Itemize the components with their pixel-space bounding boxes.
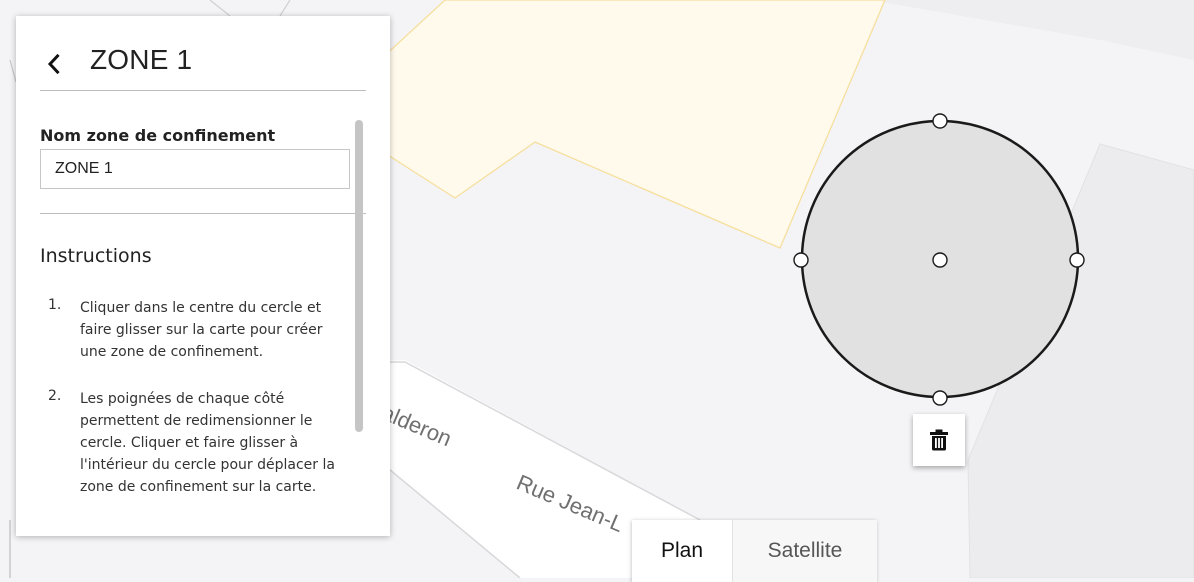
back-button[interactable] xyxy=(42,52,66,76)
map-type-toggle: Plan Satellite xyxy=(632,520,877,582)
panel-header: ZONE 1 xyxy=(16,16,390,106)
step-number: 1. xyxy=(48,297,62,313)
scrollbar-thumb[interactable] xyxy=(355,120,363,432)
trash-icon xyxy=(930,429,948,451)
resize-handle-top[interactable] xyxy=(932,113,948,129)
road-edge xyxy=(279,0,291,17)
road-edge xyxy=(209,0,231,17)
move-handle-center[interactable] xyxy=(932,252,948,268)
zone-editor-panel: ZONE 1 Nom zone de confinement Instructi… xyxy=(16,16,390,536)
instructions-list: 1. Cliquer dans le centre du cercle et f… xyxy=(40,297,340,523)
delete-zone-button[interactable] xyxy=(913,414,965,466)
step-number: 2. xyxy=(48,388,62,404)
header-divider xyxy=(40,90,366,91)
zone-name-input[interactable] xyxy=(40,149,350,189)
step-text: Cliquer dans le centre du cercle et fair… xyxy=(80,300,323,360)
map-type-satellite-button[interactable]: Satellite xyxy=(732,520,877,582)
chevron-left-icon xyxy=(47,53,60,75)
instruction-step: 1. Cliquer dans le centre du cercle et f… xyxy=(40,297,340,363)
map-type-plan-button[interactable]: Plan xyxy=(632,520,732,582)
map-block-shape xyxy=(870,0,1194,60)
instructions-heading: Instructions xyxy=(40,245,152,267)
panel-scrollbar[interactable] xyxy=(355,120,363,432)
step-text: Les poignées de chaque côté permettent d… xyxy=(80,391,335,495)
resize-handle-bottom[interactable] xyxy=(932,390,948,406)
zone-name-label: Nom zone de confinement xyxy=(40,126,276,145)
resize-handle-left[interactable] xyxy=(793,252,809,268)
section-divider xyxy=(40,213,366,214)
panel-title: ZONE 1 xyxy=(90,44,193,75)
building-shape xyxy=(379,0,886,249)
resize-handle-right[interactable] xyxy=(1069,252,1085,268)
instruction-step: 2. Les poignées de chaque côté permetten… xyxy=(40,388,340,498)
